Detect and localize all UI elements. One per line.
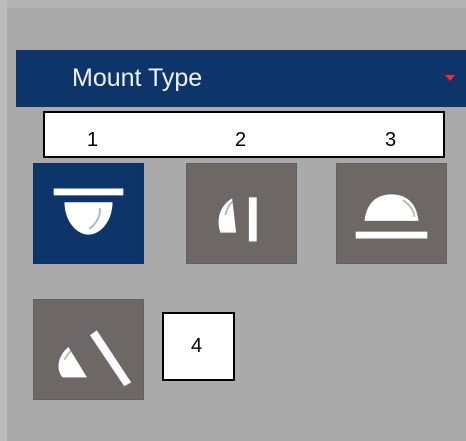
panel-top-strip [7, 0, 466, 8]
label-2: 2 [235, 129, 247, 151]
label-4: 4 [191, 335, 203, 357]
ground-mount-icon [355, 194, 428, 239]
bottom-label-box: 4 [162, 312, 235, 381]
wall-mount-icon [218, 197, 257, 242]
angle-mount-icon [58, 330, 132, 387]
top-labels-box: 1 2 3 [43, 111, 445, 158]
ceiling-mount-button[interactable] [33, 163, 144, 264]
mount-type-header[interactable]: Mount Type [16, 50, 466, 107]
angle-mount-button[interactable] [33, 299, 144, 400]
wall-mount-button[interactable] [186, 163, 297, 264]
label-1: 1 [87, 129, 99, 151]
ground-mount-button[interactable] [336, 163, 447, 264]
mount-type-title: Mount Type [72, 64, 203, 92]
ceiling-mount-icon [53, 188, 124, 235]
mount-panel: Mount Type 1 2 3 4 [7, 0, 466, 441]
label-3: 3 [385, 129, 397, 151]
chevron-down-icon[interactable] [445, 75, 455, 81]
left-divider [0, 0, 7, 441]
